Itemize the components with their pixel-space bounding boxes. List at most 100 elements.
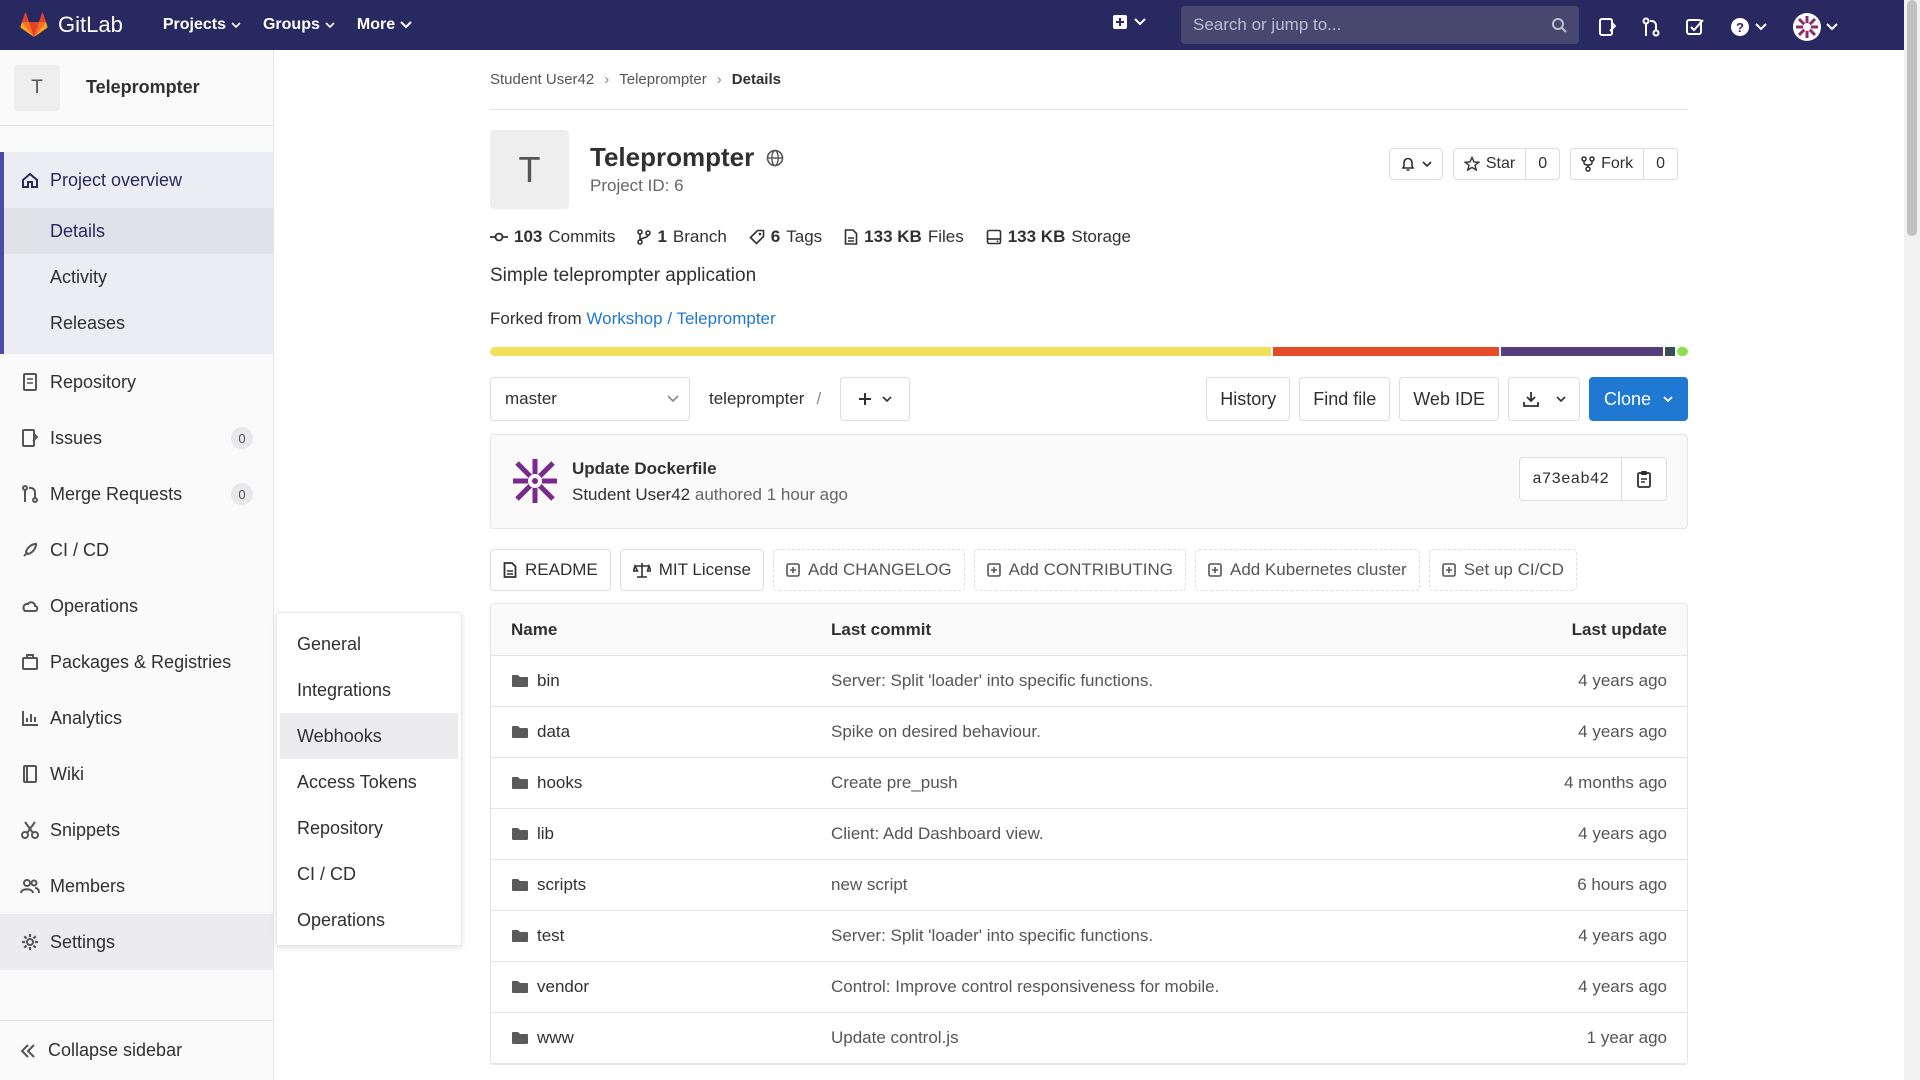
sidebar-item-issues[interactable]: Issues 0 <box>0 410 273 466</box>
branches-stat[interactable]: 1 Branch <box>637 227 727 247</box>
file-name-cell[interactable]: vendor <box>491 977 831 997</box>
file-name[interactable]: test <box>537 926 564 946</box>
add-changelog-button[interactable]: Add CHANGELOG <box>773 549 965 591</box>
breadcrumb-project[interactable]: Teleprompter <box>619 71 707 88</box>
sidebar-subitem-details[interactable]: Details <box>4 208 273 254</box>
commits-stat[interactable]: 103 Commits <box>490 227 615 247</box>
add-to-tree-dropdown[interactable] <box>840 377 910 421</box>
scrollbar-thumb[interactable] <box>1907 0 1917 236</box>
nav-groups[interactable]: Groups <box>263 16 335 34</box>
commit-sha[interactable]: a73eab42 <box>1520 458 1622 500</box>
table-row[interactable]: www Update control.js 1 year ago <box>491 1013 1687 1064</box>
last-commit-cell[interactable]: Server: Split 'loader' into specific fun… <box>831 671 1387 691</box>
sidebar-item-packages[interactable]: Packages & Registries <box>0 634 273 690</box>
sidebar-item-operations[interactable]: Operations <box>0 578 273 634</box>
sidebar-subitem-activity[interactable]: Activity <box>4 254 273 300</box>
file-name-cell[interactable]: hooks <box>491 773 831 793</box>
gitlab-logo[interactable]: GitLab <box>20 12 123 38</box>
file-name-cell[interactable]: www <box>491 1028 831 1048</box>
file-name[interactable]: bin <box>537 671 560 691</box>
nav-projects[interactable]: Projects <box>163 16 241 34</box>
flyout-item-webhooks[interactable]: Webhooks <box>280 713 458 759</box>
file-name[interactable]: www <box>537 1028 574 1048</box>
file-name-cell[interactable]: test <box>491 926 831 946</box>
last-commit-cell[interactable]: Update control.js <box>831 1028 1387 1048</box>
download-dropdown[interactable] <box>1507 377 1580 421</box>
file-name[interactable]: lib <box>537 824 554 844</box>
help-dropdown[interactable]: ? <box>1730 17 1767 37</box>
search-input[interactable] <box>1193 15 1551 35</box>
table-row[interactable]: bin Server: Split 'loader' into specific … <box>491 656 1687 707</box>
table-row[interactable]: hooks Create pre_push 4 months ago <box>491 758 1687 809</box>
last-commit-cell[interactable]: Server: Split 'loader' into specific fun… <box>831 926 1387 946</box>
sidebar-project-header[interactable]: T Teleprompter <box>0 50 273 126</box>
repo-path-root[interactable]: teleprompter <box>709 389 804 409</box>
table-row[interactable]: data Spike on desired behaviour. 4 years a… <box>491 707 1687 758</box>
flyout-item-access-tokens[interactable]: Access Tokens <box>277 759 461 805</box>
last-commit-cell[interactable]: Control: Improve control responsiveness … <box>831 977 1387 997</box>
setup-cicd-button[interactable]: Set up CI/CD <box>1428 549 1577 591</box>
file-name-cell[interactable]: data <box>491 722 831 742</box>
nav-more[interactable]: More <box>357 16 412 34</box>
flyout-item-integrations[interactable]: Integrations <box>277 667 461 713</box>
sidebar-item-members[interactable]: Members <box>0 858 273 914</box>
new-item-dropdown[interactable] <box>1112 14 1146 30</box>
language-bar[interactable] <box>490 347 1688 356</box>
file-name[interactable]: data <box>537 722 570 742</box>
fork-button[interactable]: Fork 0 <box>1570 148 1678 180</box>
file-name-cell[interactable]: scripts <box>491 875 831 895</box>
clone-dropdown[interactable]: Clone <box>1588 377 1688 421</box>
collapse-sidebar-button[interactable]: Collapse sidebar <box>0 1020 273 1080</box>
file-name-cell[interactable]: bin <box>491 671 831 691</box>
sidebar-item-repository[interactable]: Repository <box>0 354 273 410</box>
sidebar-subitem-releases[interactable]: Releases <box>4 300 273 346</box>
breadcrumb-user[interactable]: Student User42 <box>490 71 594 88</box>
last-commit-cell[interactable]: new script <box>831 875 1387 895</box>
page-scrollbar[interactable] <box>1904 0 1920 1080</box>
add-kubernetes-button[interactable]: Add Kubernetes cluster <box>1194 549 1420 591</box>
sidebar-item-snippets[interactable]: Snippets <box>0 802 273 858</box>
table-row[interactable]: vendor Control: Improve control responsiv… <box>491 962 1687 1013</box>
merge-requests-nav-button[interactable] <box>1642 17 1660 37</box>
copy-sha-button[interactable] <box>1622 470 1666 488</box>
license-button[interactable]: MIT License <box>619 549 765 591</box>
add-contributing-button[interactable]: Add CONTRIBUTING <box>973 549 1186 591</box>
files-stat[interactable]: 133 KB Files <box>844 227 964 247</box>
history-button[interactable]: History <box>1206 377 1291 421</box>
commit-author-avatar[interactable] <box>511 457 559 505</box>
flyout-item-operations[interactable]: Operations <box>277 897 461 943</box>
last-commit-cell[interactable]: Client: Add Dashboard view. <box>831 824 1387 844</box>
tags-stat[interactable]: 6 Tags <box>749 227 822 247</box>
sidebar-item-analytics[interactable]: Analytics <box>0 690 273 746</box>
last-commit-cell[interactable]: Spike on desired behaviour. <box>831 722 1387 742</box>
sidebar-item-settings[interactable]: Settings <box>0 914 273 970</box>
search-box[interactable] <box>1181 6 1579 44</box>
find-file-button[interactable]: Find file <box>1299 377 1391 421</box>
flyout-item-repository[interactable]: Repository <box>277 805 461 851</box>
flyout-item-general[interactable]: General <box>277 621 461 667</box>
web-ide-button[interactable]: Web IDE <box>1399 377 1499 421</box>
table-row[interactable]: lib Client: Add Dashboard view. 4 years ag… <box>491 809 1687 860</box>
issues-nav-button[interactable] <box>1598 17 1616 37</box>
star-button[interactable]: Star 0 <box>1452 148 1561 180</box>
readme-button[interactable]: README <box>490 549 611 591</box>
flyout-item-cicd[interactable]: CI / CD <box>277 851 461 897</box>
table-row[interactable]: test Server: Split 'loader' into specific… <box>491 911 1687 962</box>
breadcrumb-current[interactable]: Details <box>732 71 781 88</box>
sidebar-item-wiki[interactable]: Wiki <box>0 746 273 802</box>
table-row[interactable]: scripts new script 6 hours ago <box>491 860 1687 911</box>
commit-author[interactable]: Student User42 <box>572 485 690 504</box>
sidebar-item-project-overview[interactable]: Project overview <box>4 152 273 208</box>
file-name[interactable]: vendor <box>537 977 589 997</box>
file-name[interactable]: hooks <box>537 773 582 793</box>
todos-nav-button[interactable] <box>1686 18 1704 36</box>
commit-title[interactable]: Update Dockerfile <box>572 459 717 479</box>
file-name[interactable]: scripts <box>537 875 586 895</box>
file-name-cell[interactable]: lib <box>491 824 831 844</box>
fork-count[interactable]: 0 <box>1643 149 1677 179</box>
sidebar-item-cicd[interactable]: CI / CD <box>0 522 273 578</box>
last-commit-cell[interactable]: Create pre_push <box>831 773 1387 793</box>
user-menu-dropdown[interactable] <box>1793 13 1838 41</box>
branch-select[interactable]: master <box>490 377 690 421</box>
storage-stat[interactable]: 133 KB Storage <box>986 227 1131 247</box>
